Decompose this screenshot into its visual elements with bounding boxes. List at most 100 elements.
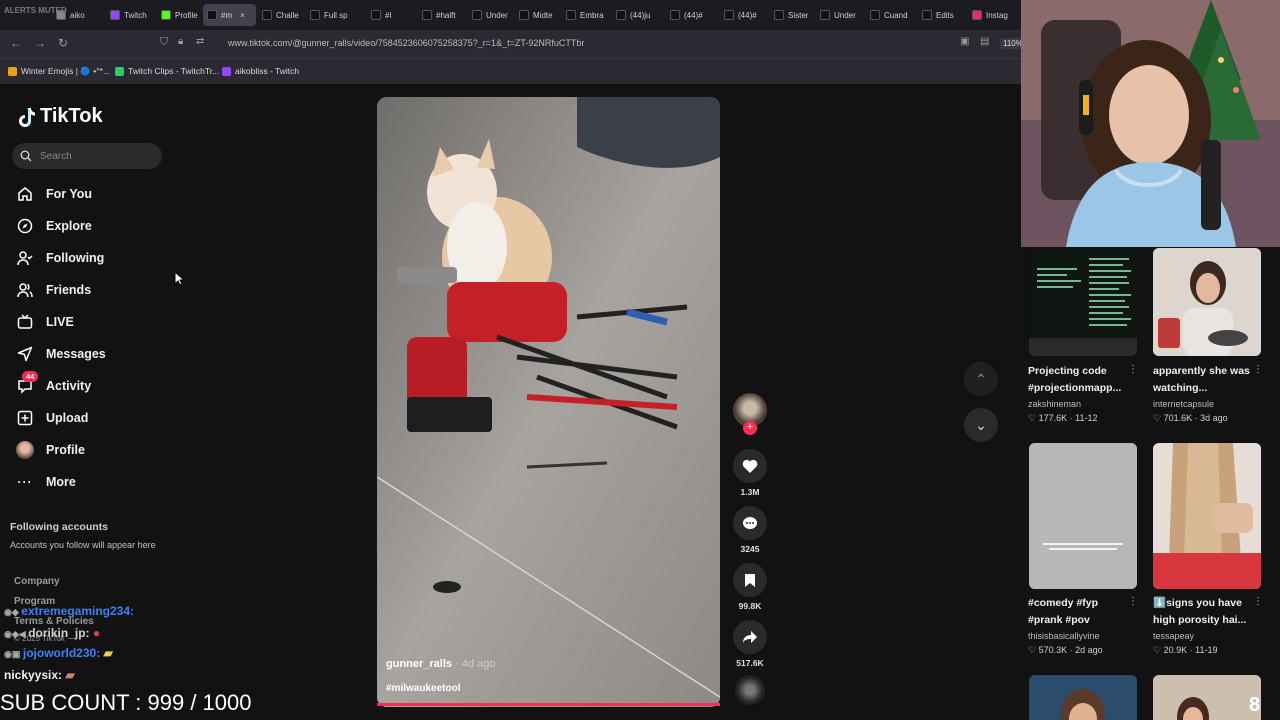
chat-message: ◉◆ extremegaming234: [4, 604, 134, 618]
video-card-user[interactable]: internetcapsule [1153, 399, 1214, 409]
following-accounts-subtitle: Accounts you follow will appear here [10, 540, 156, 550]
folder-icon [8, 67, 17, 76]
bookmark-winter-emojis[interactable]: Winter Emojis | 🔵 •°*... [8, 66, 110, 77]
follow-plus-icon[interactable]: + [743, 421, 757, 435]
sidebar-item-more[interactable]: ··· More [16, 470, 76, 494]
search-box[interactable] [12, 143, 162, 169]
previous-video-button[interactable]: ⌃ [964, 362, 998, 396]
twitch-icon [110, 10, 120, 20]
tab-17[interactable]: Cuand [866, 4, 916, 26]
sidebar-item-messages[interactable]: Messages [16, 342, 106, 366]
sidebar-item-following[interactable]: Following [16, 246, 104, 270]
tab-12[interactable]: (44)ju [612, 4, 664, 26]
save-button[interactable]: 99.8K [733, 563, 767, 611]
tab-11[interactable]: Embra [562, 4, 610, 26]
tab-7[interactable]: #l [367, 4, 416, 26]
more-options-icon[interactable]: ⋮ [1128, 364, 1138, 375]
tab-9[interactable]: Under [468, 4, 513, 26]
tiktok-icon [922, 10, 932, 20]
video-frame [377, 97, 720, 707]
tiktok-icon [422, 10, 432, 20]
thumbnail-person-image [1029, 675, 1137, 720]
tiktok-icon [870, 10, 880, 20]
video-thumbnail[interactable]: 8 [1153, 675, 1261, 720]
video-author[interactable]: gunner_ralls · 4d ago [386, 658, 495, 670]
tiktok-icon [519, 10, 529, 20]
sidebar-item-explore[interactable]: Explore [16, 214, 92, 238]
instagram-icon [972, 10, 982, 20]
tab-16[interactable]: Under [816, 4, 864, 26]
chat-badge-icon: ◉◆ [4, 607, 22, 617]
reload-icon[interactable]: ↻ [58, 36, 68, 50]
tab-19[interactable]: Instag [968, 4, 1016, 26]
tab-4[interactable]: #m × [203, 4, 256, 26]
video-card-user[interactable]: tessapeay [1153, 631, 1194, 641]
video-thumbnail[interactable] [1029, 248, 1137, 356]
creator-avatar-button[interactable]: + [733, 393, 767, 435]
search-input[interactable] [40, 150, 150, 162]
video-player[interactable] [377, 97, 720, 707]
sidebar-item-upload[interactable]: Upload [16, 406, 88, 430]
video-thumbnail[interactable] [1153, 443, 1261, 589]
video-card-stats: ♡ 570.3K · 2d ago [1028, 645, 1103, 655]
video-thumbnail[interactable] [1029, 443, 1137, 589]
bookmark-twitch-clips[interactable]: Twitch Clips - TwitchTr... [115, 66, 219, 76]
footer-company-link[interactable]: Company [14, 576, 60, 587]
tab-8[interactable]: #halft [418, 4, 466, 26]
thumbnail-room-image: 8 [1153, 675, 1261, 720]
permissions-icon[interactable]: ⇄ [196, 36, 204, 47]
video-card-user[interactable]: thisisbasicallyvine [1028, 631, 1100, 641]
tab-2[interactable]: Twitch [106, 4, 155, 26]
save-count: 99.8K [738, 601, 762, 611]
search-icon [20, 150, 32, 162]
more-options-icon[interactable]: ⋮ [1128, 596, 1138, 607]
messages-icon [16, 345, 34, 363]
video-hashtag[interactable]: #milwaukeetool [386, 683, 460, 694]
tab-5[interactable]: Challe [258, 4, 304, 26]
following-accounts-title: Following accounts [10, 521, 109, 533]
shield-icon[interactable]: ⛉ [160, 36, 168, 49]
close-tab-icon[interactable]: × [240, 11, 245, 20]
video-thumbnail[interactable] [1029, 675, 1137, 720]
video-thumbnail[interactable] [1153, 248, 1261, 356]
tiktok-logo[interactable]: TikTok [18, 105, 103, 128]
next-video-button[interactable]: ⌄ [964, 408, 998, 442]
video-card-title[interactable]: ⬇️signs you have high porosity hai... [1153, 595, 1253, 629]
music-disc-button[interactable] [733, 675, 767, 705]
tab-6[interactable]: Full sp [306, 4, 365, 26]
tab-13[interactable]: (44)# [666, 4, 718, 26]
more-options-icon[interactable]: ⋮ [1253, 596, 1263, 607]
tab-15[interactable]: Sister [770, 4, 814, 26]
bookmark-aikobliss-twitch[interactable]: aikobliss - Twitch [222, 66, 299, 76]
back-icon[interactable]: ← [10, 36, 22, 50]
compass-icon [16, 217, 34, 235]
like-button[interactable]: 1.3M [733, 449, 767, 497]
mouse-cursor-icon [174, 271, 184, 286]
forward-icon[interactable]: → [34, 36, 46, 50]
lock-icon[interactable]: 🔒︎ [178, 36, 183, 47]
tab-3[interactable]: Profile [157, 4, 201, 26]
sidebar-item-activity[interactable]: 44 Activity [16, 371, 91, 398]
tiktok-icon [262, 10, 272, 20]
friends-icon [16, 281, 34, 299]
sidebar-item-profile[interactable]: Profile [16, 438, 85, 462]
picture-in-picture-icon[interactable]: ▣ [960, 36, 969, 47]
comment-button[interactable]: 3245 [733, 506, 767, 554]
video-card-title[interactable]: #comedy #fyp #prank #pov [1028, 595, 1128, 629]
reader-view-icon[interactable]: ▤ [980, 36, 989, 47]
tab-10[interactable]: Midte [515, 4, 560, 26]
video-card-title[interactable]: Projecting code #projectionmapp... [1028, 363, 1128, 397]
sidebar-item-live[interactable]: LIVE [16, 310, 74, 334]
address-bar[interactable]: www.tiktok.com/@gunner_ralls/video/75845… [228, 38, 584, 48]
more-options-icon[interactable]: ⋮ [1253, 364, 1263, 375]
tab-18[interactable]: Edits [918, 4, 966, 26]
video-card-title[interactable]: apparently she was watching... [1153, 363, 1253, 397]
tab-14[interactable]: (44)# [720, 4, 768, 26]
sidebar-item-friends[interactable]: Friends [16, 278, 91, 302]
sidebar-item-for-you[interactable]: For You [16, 182, 92, 206]
tiktok-icon [566, 10, 576, 20]
video-card-user[interactable]: zakshineman [1028, 399, 1081, 409]
tiktok-icon [19, 107, 35, 127]
share-button[interactable]: 517.6K [733, 620, 767, 668]
video-progress-bar[interactable] [377, 703, 720, 706]
